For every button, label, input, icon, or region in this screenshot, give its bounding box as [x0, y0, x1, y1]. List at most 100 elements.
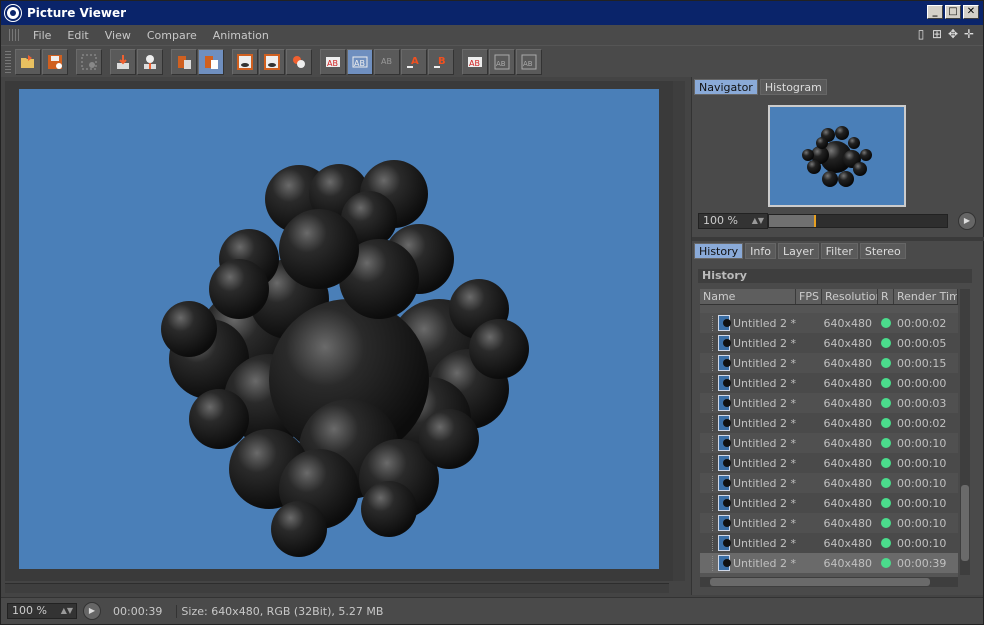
tab-history[interactable]: History — [694, 243, 744, 259]
table-row[interactable]: Untitled 2 * 640x480 00:00:15 — [700, 353, 958, 373]
tab-histogram[interactable]: Histogram — [759, 79, 827, 95]
table-row[interactable]: Untitled 2 * 640x480 00:00:10 — [700, 433, 958, 453]
table-row[interactable]: Untitled 2 * 640x480 00:00:10 — [700, 533, 958, 553]
pan-icon[interactable]: ✛ — [963, 28, 975, 40]
status-dot-icon — [881, 398, 891, 408]
show-image-button[interactable] — [259, 48, 285, 75]
save-button[interactable] — [42, 48, 68, 75]
svg-text:AB: AB — [381, 57, 392, 66]
folder-open-icon — [21, 54, 34, 68]
filter-button[interactable] — [76, 48, 102, 75]
col-fps[interactable]: FPS — [796, 289, 822, 304]
tab-navigator[interactable]: Navigator — [694, 79, 758, 95]
zoom-slider-knob[interactable] — [813, 215, 816, 227]
app-logo-icon — [5, 5, 21, 21]
navigator-play-button[interactable]: ▶ — [958, 212, 976, 230]
history-name-text: Untitled 2 * — [732, 456, 796, 470]
history-scroll-thumb[interactable] — [961, 485, 969, 561]
table-row[interactable]: Untitled 2 * 640x480 00:00:02 — [700, 413, 958, 433]
ab-vertical-button[interactable]: AB — [489, 48, 515, 75]
image-viewport[interactable] — [5, 81, 685, 581]
swap-ab-button[interactable]: AB — [462, 48, 488, 75]
col-r[interactable]: R — [878, 289, 894, 304]
layout-panel-icon[interactable]: ▯ — [915, 28, 927, 40]
history-horizontal-scrollbar[interactable] — [700, 577, 958, 587]
toolbar: AB AB AB A B AB AB AB — [1, 45, 983, 77]
table-row[interactable]: Untitled 2 * 640x480 00:00:02 — [700, 313, 958, 333]
ab-split-button[interactable]: AB — [347, 48, 373, 75]
ab-overlay-button[interactable]: AB — [374, 48, 400, 75]
history-resolution-cell: 640x480 — [823, 556, 872, 570]
spinner-icon[interactable]: ▲▼ — [61, 604, 73, 618]
history-name-cell: Untitled 2 * — [700, 495, 796, 511]
new-panel-icon[interactable]: ⊞ — [931, 28, 943, 40]
remove-all-button[interactable] — [198, 48, 224, 75]
svg-text:B: B — [438, 56, 446, 67]
history-resolution-cell: 640x480 — [823, 476, 872, 490]
status-dot-icon — [881, 418, 891, 428]
col-render-time[interactable]: Render Tim — [894, 289, 958, 304]
minimize-button[interactable]: _ — [927, 5, 943, 19]
render-thumbnail-icon — [718, 375, 731, 391]
close-button[interactable]: ✕ — [963, 5, 979, 19]
status-play-button[interactable]: ▶ — [83, 602, 101, 620]
import-button[interactable] — [137, 48, 163, 75]
table-row[interactable]: Untitled 2 * 640x480 00:00:39 — [700, 553, 958, 573]
tab-info[interactable]: Info — [745, 243, 776, 259]
history-hscroll-thumb[interactable] — [710, 578, 930, 586]
navigator-thumbnail[interactable] — [768, 105, 906, 207]
history-table: Name FPS Resolution R Render Tim Untitle… — [700, 289, 958, 587]
open-file-button[interactable] — [15, 48, 41, 75]
tab-stereo[interactable]: Stereo — [859, 243, 906, 259]
ab-compare-button[interactable]: AB — [320, 48, 346, 75]
menu-view[interactable]: View — [97, 29, 139, 42]
history-status-cell — [878, 338, 894, 348]
person-import-icon — [144, 54, 156, 69]
maximize-button[interactable]: □ — [945, 5, 961, 19]
table-row[interactable]: Untitled 2 * 640x480 00:00:10 — [700, 513, 958, 533]
navigator-zoom-field[interactable]: 100 % ▲▼ — [698, 213, 768, 229]
table-row[interactable]: Untitled 2 * 640x480 00:00:00 — [700, 373, 958, 393]
panel-divider[interactable] — [692, 237, 984, 241]
table-row[interactable]: Untitled 2 * 640x480 00:00:10 — [700, 473, 958, 493]
table-row[interactable]: Untitled 2 * 640x480 00:00:10 — [700, 493, 958, 513]
set-a-button[interactable]: A — [401, 48, 427, 75]
history-status-cell — [878, 558, 894, 568]
col-name[interactable]: Name — [700, 289, 796, 304]
spinner-icon[interactable]: ▲▼ — [752, 214, 764, 228]
status-zoom-field[interactable]: 100 % ▲▼ — [7, 603, 77, 619]
move-panel-icon[interactable]: ✥ — [947, 28, 959, 40]
table-row[interactable]: Untitled 2 * 640x480 00:00:03 — [700, 393, 958, 413]
zoom-slider-fill — [769, 215, 814, 227]
menu-edit[interactable]: Edit — [59, 29, 96, 42]
history-resolution-cell: 640x480 — [823, 356, 872, 370]
export-button[interactable] — [110, 48, 136, 75]
history-resolution-cell: 640x480 — [823, 316, 872, 330]
tab-filter[interactable]: Filter — [820, 243, 858, 259]
viewport-vertical-scrollbar[interactable] — [673, 81, 685, 581]
swap-ab-icon: AB — [468, 56, 482, 68]
info-tabs: History Info Layer Filter Stereo — [694, 243, 906, 259]
ab-horizontal-button[interactable]: AB — [516, 48, 542, 75]
menu-animation[interactable]: Animation — [205, 29, 277, 42]
menu-file[interactable]: File — [25, 29, 59, 42]
tab-layer[interactable]: Layer — [777, 243, 819, 259]
show-alpha-button[interactable] — [232, 48, 258, 75]
ab-icon: AB — [326, 56, 340, 68]
viewport-horizontal-scrollbar[interactable] — [5, 583, 669, 593]
ab-vertical-icon: AB — [494, 54, 510, 69]
navigator-zoom-slider[interactable] — [768, 214, 948, 228]
delete-button[interactable] — [171, 48, 197, 75]
menu-compare[interactable]: Compare — [139, 29, 205, 42]
table-row[interactable]: Untitled 2 * 640x480 00:00:10 — [700, 453, 958, 473]
stereo-button[interactable] — [286, 48, 312, 75]
table-row[interactable]: Untitled 2 * 640x480 00:00:05 — [700, 333, 958, 353]
history-status-cell — [878, 498, 894, 508]
history-name-text: Untitled 2 * — [732, 496, 796, 510]
status-render-time: 00:00:39 — [113, 604, 163, 618]
history-vertical-scrollbar[interactable] — [960, 289, 970, 575]
set-b-button[interactable]: B — [428, 48, 454, 75]
history-time-cell: 00:00:39 — [897, 556, 947, 570]
render-thumbnail-icon — [718, 335, 731, 351]
col-resolution[interactable]: Resolution — [822, 289, 878, 304]
